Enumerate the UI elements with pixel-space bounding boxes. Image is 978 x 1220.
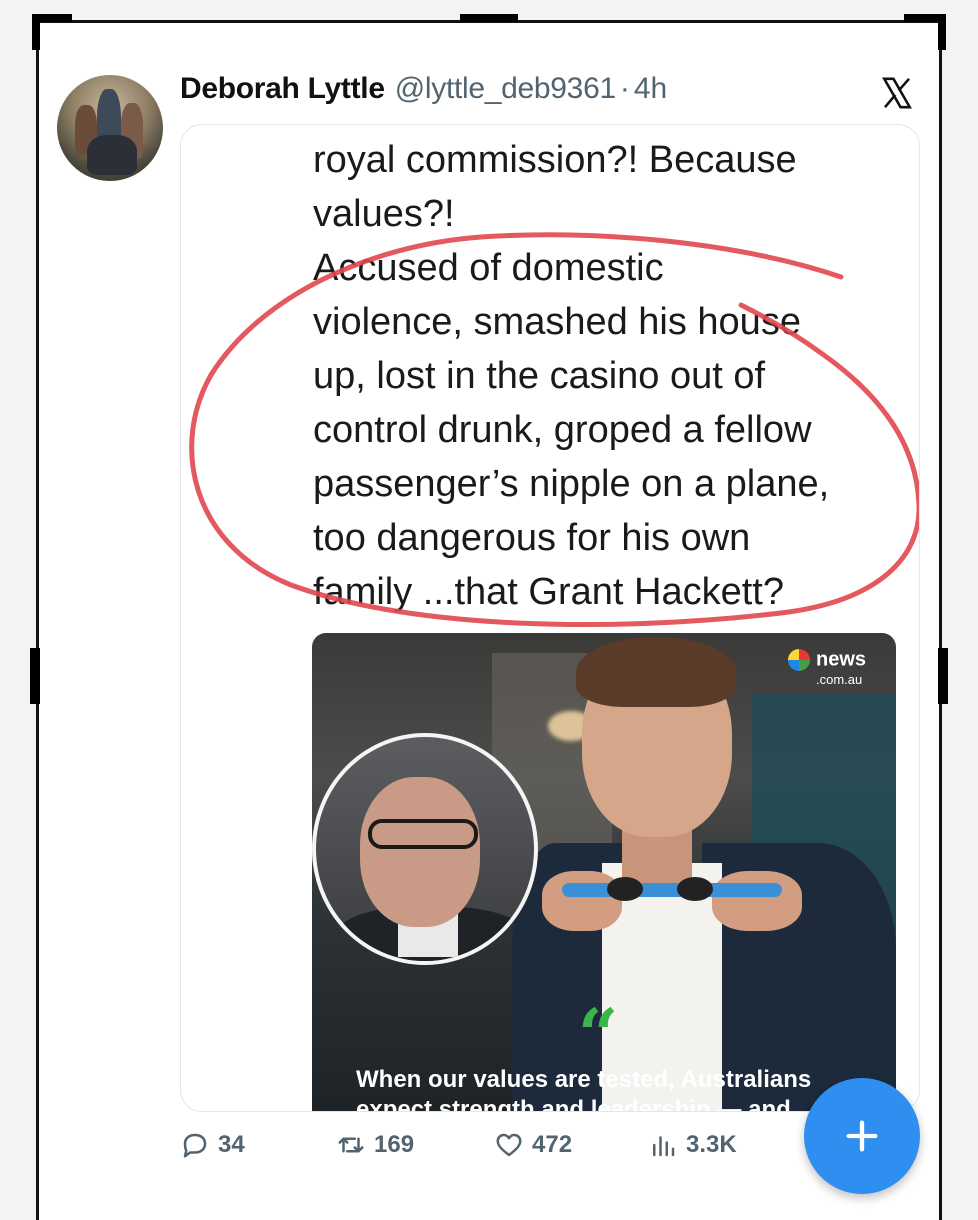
separator-dot: ·: [619, 72, 630, 105]
compose-button[interactable]: [804, 1078, 920, 1194]
heart-icon: [496, 1133, 522, 1157]
tweet-text: royal commission?! Because values?! Accu…: [313, 133, 913, 619]
news-logo-subtext: .com.au: [816, 672, 863, 687]
tweet-text-line: violence, smashed his house: [313, 301, 801, 343]
reply-icon: [183, 1133, 207, 1158]
embedded-image-card[interactable]: royal commission?! Because values?! Accu…: [180, 124, 920, 1112]
quote-mark: “: [578, 993, 619, 1076]
tweet-text-line: family ...that Grant Hackett?: [313, 571, 784, 613]
person-with-goggles: [512, 633, 896, 1111]
tweet-text-line: up, lost in the casino out of: [313, 355, 766, 397]
caption-line: When our values are tested, Australians: [356, 1066, 812, 1093]
tweet-text-line: control drunk, groped a fellow: [313, 409, 812, 451]
crop-handle-top-center[interactable]: [460, 14, 518, 22]
reply-count: 34: [218, 1131, 245, 1158]
inset-portrait: [312, 733, 538, 965]
news-logo-icon: [788, 649, 810, 671]
retweet-button[interactable]: 169: [336, 1130, 414, 1160]
display-name[interactable]: Deborah Lyttle: [180, 72, 385, 106]
tweet-text-line: values?!: [313, 193, 455, 235]
x-logo-icon[interactable]: [880, 76, 914, 110]
crop-handle-top-left[interactable]: [32, 14, 40, 50]
tweet-header: Deborah Lyttle @lyttle_deb9361 · 4h: [180, 72, 667, 112]
tweet-text-line: too dangerous for his own: [313, 517, 751, 559]
like-button[interactable]: 472: [494, 1130, 572, 1160]
reply-button[interactable]: 34: [180, 1130, 245, 1160]
views-button[interactable]: 3.3K: [648, 1130, 737, 1160]
crop-handle-right-middle[interactable]: [938, 648, 948, 704]
tweet-text-line: Accused of domestic: [313, 247, 664, 289]
views-count: 3.3K: [686, 1131, 737, 1158]
plus-icon: [846, 1120, 878, 1152]
tweet-actions: 34 169 472 3.3K: [180, 1130, 780, 1170]
news-logo: news .com.au: [788, 649, 866, 689]
user-handle[interactable]: @lyttle_deb9361: [395, 72, 616, 106]
timestamp[interactable]: 4h: [634, 72, 667, 106]
crop-handle-top-right[interactable]: [938, 14, 946, 50]
news-image[interactable]: news .com.au “ When our values are teste…: [312, 633, 896, 1111]
avatar[interactable]: [57, 75, 163, 181]
retweet-count: 169: [374, 1131, 415, 1158]
retweet-icon: [338, 1137, 364, 1153]
news-logo-text: news: [816, 648, 867, 671]
tweet-text-line: royal commission?! Because: [313, 139, 797, 181]
like-count: 472: [532, 1131, 573, 1158]
views-icon: [653, 1136, 675, 1157]
tweet-text-line: passenger’s nipple on a plane,: [313, 463, 830, 505]
crop-handle-left-middle[interactable]: [30, 648, 40, 704]
